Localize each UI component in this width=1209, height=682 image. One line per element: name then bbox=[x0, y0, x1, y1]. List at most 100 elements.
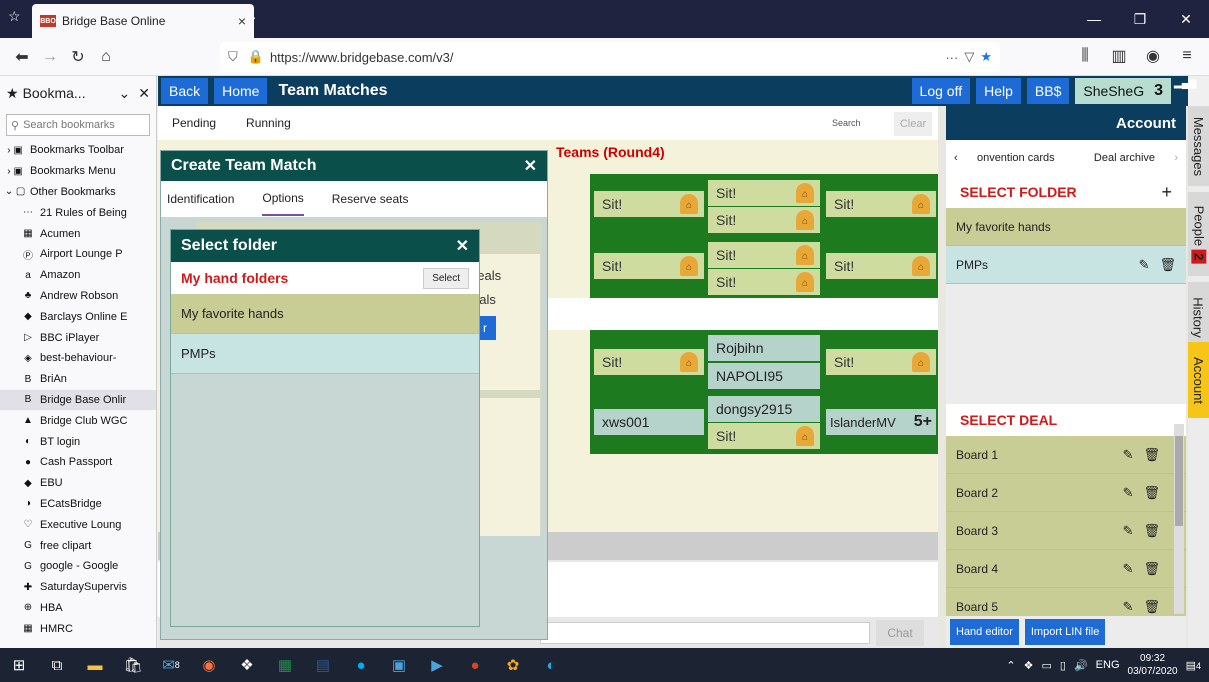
close-sidebar-icon[interactable]: ✕ bbox=[138, 85, 150, 102]
minimize-icon[interactable]: — bbox=[1071, 0, 1117, 38]
bookmark-item[interactable]: ◑ ECatsBridge bbox=[0, 494, 156, 515]
import-lin-button[interactable]: Import LIN file bbox=[1024, 619, 1106, 645]
reload-icon[interactable]: ↻ bbox=[64, 43, 92, 71]
windows-start-icon[interactable]: ⊞ bbox=[0, 648, 38, 682]
sit-seat[interactable]: Sit! ⌂ bbox=[708, 180, 820, 206]
url-text[interactable]: https://www.bridgebase.com/v3/ bbox=[270, 50, 939, 65]
task-view-icon[interactable]: ⧉ bbox=[38, 648, 76, 682]
player-seat[interactable]: IslanderMV 5+ bbox=[826, 409, 936, 435]
file-explorer-icon[interactable]: ▬ bbox=[76, 648, 114, 682]
folder-item[interactable]: PMPs bbox=[171, 334, 479, 374]
trash-icon[interactable]: 🗑 bbox=[1143, 447, 1160, 463]
sit-seat[interactable]: Sit! ⌂ bbox=[594, 191, 704, 217]
logoff-button[interactable]: Log off bbox=[911, 78, 971, 104]
trash-icon[interactable]: 🗑 bbox=[1143, 523, 1160, 539]
clock[interactable]: 09:32 03/07/2020 bbox=[1128, 652, 1178, 678]
bookmark-star-icon[interactable]: ★ bbox=[980, 49, 992, 65]
chevron-left-icon[interactable]: ‹ bbox=[954, 152, 958, 164]
pencil-icon[interactable]: ✎ bbox=[1123, 561, 1134, 577]
bookmark-item[interactable]: ● Cash Passport bbox=[0, 452, 156, 473]
account-folder-item[interactable]: My favorite hands bbox=[946, 208, 1186, 246]
word-icon[interactable]: ▤ bbox=[304, 648, 342, 682]
page-actions-icon[interactable]: ··· bbox=[945, 50, 958, 65]
sit-seat[interactable]: Sit! ⌂ bbox=[708, 207, 820, 233]
side-tab-account[interactable]: Account bbox=[1188, 342, 1209, 418]
bookmark-item[interactable]: B BriAn bbox=[0, 369, 156, 390]
sit-seat[interactable]: Sit! ⌂ bbox=[594, 253, 704, 279]
sit-seat[interactable]: Sit! ⌂ bbox=[594, 349, 704, 375]
app-icon[interactable]: ▣ bbox=[380, 648, 418, 682]
chevron-down-icon[interactable]: ⌄ bbox=[119, 85, 131, 102]
tab-options[interactable]: Options bbox=[262, 182, 304, 216]
firefox-menu-icon[interactable]: ☆ bbox=[8, 8, 28, 28]
pencil-icon[interactable]: ✎ bbox=[1123, 599, 1134, 615]
clear-button[interactable]: Clear bbox=[894, 112, 932, 136]
chevron-up-icon[interactable]: ⌃ bbox=[1006, 659, 1015, 672]
sit-seat[interactable]: Sit! ⌂ bbox=[826, 253, 936, 279]
deal-item[interactable]: Board 4 ✎ 🗑 bbox=[946, 550, 1186, 588]
skype-icon[interactable]: ● bbox=[342, 648, 380, 682]
player-seat[interactable]: xws001 bbox=[594, 409, 704, 435]
chat-button[interactable]: Chat bbox=[876, 620, 924, 646]
sit-seat[interactable]: Sit! ⌂ bbox=[708, 423, 820, 449]
chat-input[interactable] bbox=[540, 622, 870, 644]
folder-item[interactable]: My favorite hands bbox=[171, 294, 479, 334]
back-button[interactable]: Back bbox=[161, 78, 209, 104]
help-button[interactable]: Help bbox=[976, 78, 1021, 104]
bookmark-item[interactable]: ▲ Bridge Club WGC bbox=[0, 410, 156, 431]
trash-icon[interactable]: 🗑 bbox=[1159, 257, 1176, 273]
edge-icon[interactable]: ◐ bbox=[532, 648, 570, 682]
deal-item[interactable]: Board 1 ✎ 🗑 bbox=[946, 436, 1186, 474]
player-seat[interactable]: Rojbihn bbox=[708, 335, 820, 361]
close-window-icon[interactable]: ✕ bbox=[1163, 0, 1209, 38]
back-arrow-icon[interactable]: ⬅ bbox=[8, 43, 36, 71]
battery-icon[interactable]: ▭ bbox=[1042, 659, 1052, 672]
bookmarks-search-input[interactable]: ⚲ Search bookmarks bbox=[6, 114, 150, 136]
store-icon[interactable]: 🛍 bbox=[114, 648, 152, 682]
trash-icon[interactable]: 🗑 bbox=[1143, 485, 1160, 501]
bookmark-item[interactable]: ◈ best-behaviour- bbox=[0, 348, 156, 369]
browser-tab[interactable]: BBO Bridge Base Online × bbox=[32, 4, 254, 38]
player-seat[interactable]: NAPOLI95 bbox=[708, 363, 820, 389]
volume-icon[interactable]: 🔊 bbox=[1074, 659, 1088, 672]
bookmark-item[interactable]: ▦ HMRC bbox=[0, 618, 156, 639]
pencil-icon[interactable]: ✎ bbox=[1139, 257, 1150, 273]
bookmark-item[interactable]: ✚ SaturdaySupervis bbox=[0, 577, 156, 598]
restore-icon[interactable]: ❐ bbox=[1117, 0, 1163, 38]
chevron-right-icon[interactable]: › bbox=[1174, 152, 1178, 164]
tab-deal-archive[interactable]: Deal archive bbox=[1094, 152, 1155, 164]
add-folder-icon[interactable]: + bbox=[1161, 182, 1172, 203]
library-icon[interactable]: ⫼ bbox=[1071, 42, 1099, 70]
account-icon[interactable]: ◉ bbox=[1139, 42, 1167, 70]
trash-icon[interactable]: 🗑 bbox=[1143, 561, 1160, 577]
trash-icon[interactable]: 🗑 bbox=[1143, 599, 1160, 615]
new-tab-button[interactable]: + bbox=[238, 6, 262, 32]
bookmark-item[interactable]: Ggoogle - Google bbox=[0, 556, 156, 577]
user-badge[interactable]: SheSheG 3 bbox=[1075, 78, 1171, 104]
select-button[interactable]: Select bbox=[423, 267, 469, 289]
bookmark-item[interactable]: Ⓟ Airport Lounge P bbox=[0, 244, 156, 265]
excel-icon[interactable]: ▦ bbox=[266, 648, 304, 682]
powerpoint-icon[interactable]: ● bbox=[456, 648, 494, 682]
sidebar-toggle-icon[interactable]: ▥ bbox=[1105, 42, 1133, 70]
deal-item[interactable]: Board 3 ✎ 🗑 bbox=[946, 512, 1186, 550]
bookmark-item[interactable]: a Amazon bbox=[0, 265, 156, 286]
close-icon[interactable]: ✕ bbox=[524, 156, 537, 176]
bookmark-item[interactable]: B Bridge Base Onlir bbox=[0, 389, 156, 411]
bookmark-item[interactable]: ♣ Andrew Robson bbox=[0, 286, 156, 307]
url-bar[interactable]: ⛉ 🔒 https://www.bridgebase.com/v3/ ··· ▽… bbox=[220, 42, 1000, 72]
bookmark-item[interactable]: ⋯ 21 Rules of Being bbox=[0, 202, 156, 223]
pencil-icon[interactable]: ✎ bbox=[1123, 447, 1134, 463]
bookmark-item[interactable]: ♡ Executive Loung bbox=[0, 514, 156, 535]
network-icon[interactable]: ▯ bbox=[1060, 659, 1066, 672]
bookmark-item[interactable]: › ▣ Bookmarks Toolbar bbox=[0, 140, 156, 161]
close-icon[interactable]: ✕ bbox=[456, 236, 469, 256]
sit-seat[interactable]: Sit! ⌂ bbox=[826, 191, 936, 217]
bookmark-item[interactable]: ▦ Acumen bbox=[0, 223, 156, 244]
media-icon[interactable]: ▶ bbox=[418, 648, 456, 682]
tab-reserve-seats[interactable]: Reserve seats bbox=[332, 192, 409, 206]
pencil-icon[interactable]: ✎ bbox=[1123, 523, 1134, 539]
bookmark-item[interactable]: ◆ Barclays Online E bbox=[0, 306, 156, 327]
home-button[interactable]: Home bbox=[214, 78, 268, 104]
bookmark-item[interactable]: ⊕ HBA bbox=[0, 598, 156, 619]
